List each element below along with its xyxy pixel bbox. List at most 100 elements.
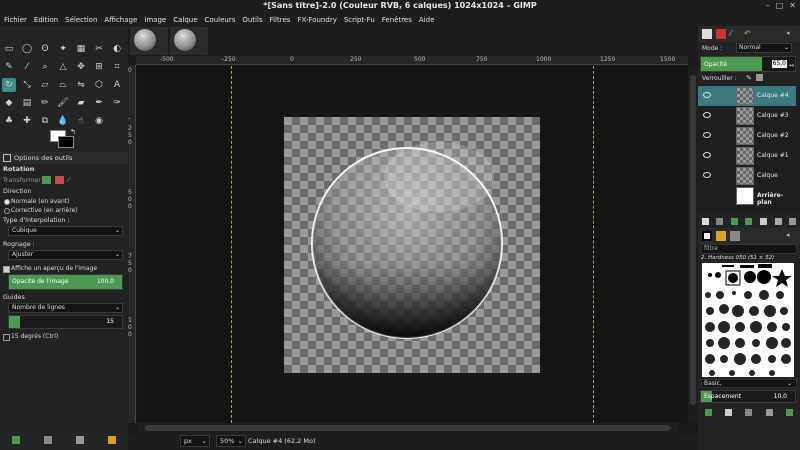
reset-options-icon[interactable]	[108, 436, 116, 444]
crop-tool-icon[interactable]: ⌗	[110, 60, 124, 74]
dodge-burn-tool-icon[interactable]: ◉	[92, 114, 106, 128]
delete-options-icon[interactable]	[76, 436, 84, 444]
align-tool-icon[interactable]: ⊞	[92, 60, 106, 74]
blend-tool-icon[interactable]: ▤	[20, 96, 34, 110]
layers-tab-icon[interactable]	[702, 29, 712, 39]
menu-filtres[interactable]: Filtres	[270, 14, 291, 26]
raise-layer-icon[interactable]	[730, 217, 738, 225]
image-canvas[interactable]	[137, 66, 688, 423]
new-layer-icon[interactable]	[701, 217, 709, 225]
eraser-tool-icon[interactable]: ▰	[74, 96, 88, 110]
scale-tool-icon[interactable]: ⤡	[20, 78, 34, 92]
text-tool-icon[interactable]: A	[110, 78, 124, 92]
brush-set-select[interactable]: Basic, ⌄	[701, 379, 797, 388]
delete-brush-icon[interactable]	[765, 408, 773, 416]
menu-calque[interactable]: Calque	[173, 14, 197, 26]
move-tool-icon[interactable]: ✥	[74, 60, 88, 74]
restore-options-icon[interactable]	[44, 436, 52, 444]
clone-tool-icon[interactable]: ♣	[2, 114, 16, 128]
interpolation-select[interactable]: Cubique ⌄	[8, 226, 123, 236]
image-tab-1[interactable]	[130, 27, 168, 55]
close-icon[interactable]: ✕	[789, 1, 796, 10]
guides-select[interactable]: Nombre de lignes ⌄	[8, 303, 123, 313]
flip-tool-icon[interactable]: ⇋	[74, 78, 88, 92]
gradients-tab-icon[interactable]	[730, 231, 740, 241]
zoom-select[interactable]: 50% ⌄	[216, 435, 246, 447]
scissors-tool-icon[interactable]: ✂	[92, 42, 106, 56]
vertical-guide[interactable]	[593, 66, 594, 423]
clipping-select[interactable]: Ajuster ⌄	[8, 250, 123, 260]
direction-normal-radio[interactable]: Normale (en avant)	[0, 197, 128, 206]
perspective-clone-tool-icon[interactable]: ⧉	[38, 114, 52, 128]
pencil-tool-icon[interactable]: ✏	[38, 96, 52, 110]
zoom-tool-icon[interactable]: ⌕	[38, 60, 52, 74]
eye-icon[interactable]	[703, 92, 711, 98]
brush-tag-filter[interactable]: filtre	[701, 244, 797, 254]
new-layer-group-icon[interactable]	[716, 217, 724, 225]
undo-tab-icon[interactable]: ↶	[744, 29, 754, 39]
layer-row[interactable]: Calque #4	[698, 86, 796, 106]
bucket-fill-tool-icon[interactable]: ◆	[2, 96, 16, 110]
menu-couleurs[interactable]: Couleurs	[205, 14, 236, 26]
eye-icon[interactable]	[703, 132, 711, 138]
lock-alpha-icon[interactable]	[756, 74, 763, 81]
perspective-tool-icon[interactable]: ⏢	[56, 78, 70, 92]
dock-menu-icon[interactable]: ◂	[786, 231, 796, 241]
swap-colors-icon[interactable]: ↰	[70, 128, 76, 136]
measure-tool-icon[interactable]: △	[56, 60, 70, 74]
anchor-layer-icon[interactable]	[774, 217, 782, 225]
patterns-tab-icon[interactable]	[716, 231, 726, 241]
preview-opacity-slider[interactable]: Opacité de l'image 100,0	[8, 274, 123, 290]
horizontal-scrollbar[interactable]	[137, 423, 678, 433]
brush-grid[interactable]	[702, 263, 794, 377]
menu-affichage[interactable]: Affichage	[104, 14, 137, 26]
transform-path-icon[interactable]: ⁄	[68, 176, 77, 184]
save-options-icon[interactable]	[12, 436, 20, 444]
background-color-swatch[interactable]	[58, 136, 74, 148]
direction-corrective-radio[interactable]: Corrective (en arrière)	[0, 206, 128, 215]
cage-tool-icon[interactable]: ⬡	[92, 78, 106, 92]
color-select-tool-icon[interactable]: ▦	[74, 42, 88, 56]
scroll-thumb[interactable]	[690, 75, 696, 405]
refresh-brushes-icon[interactable]	[786, 408, 794, 416]
duplicate-layer-icon[interactable]	[760, 217, 768, 225]
rotate-tool-icon[interactable]: ↻	[2, 78, 16, 92]
new-brush-icon[interactable]	[725, 408, 733, 416]
preview-checkbox[interactable]: Affiche un aperçu de l'image	[0, 263, 128, 274]
menu-fichier[interactable]: Fichier	[4, 14, 27, 26]
duplicate-brush-icon[interactable]	[745, 408, 753, 416]
airbrush-tool-icon[interactable]: ✒	[92, 96, 106, 110]
mode-select[interactable]: Normal ⌄	[736, 43, 792, 53]
vertical-ruler[interactable]: 0 - 2 5 0 5 0 0 7 5 0 1 0 0	[128, 65, 136, 423]
ellipse-select-tool-icon[interactable]: ◯	[20, 42, 34, 56]
lower-layer-icon[interactable]	[745, 217, 753, 225]
eye-icon[interactable]	[703, 172, 711, 178]
tool-options-tab[interactable]: Options des outils	[0, 152, 128, 164]
channels-tab-icon[interactable]	[716, 29, 726, 39]
vertical-scrollbar[interactable]	[688, 65, 698, 423]
brush-spacing-slider[interactable]: Espacement 10,0	[700, 390, 796, 403]
unit-select[interactable]: px ⌄	[180, 435, 210, 447]
paintbrush-tool-icon[interactable]: 🖌	[56, 96, 70, 110]
heal-tool-icon[interactable]: ✚	[20, 114, 34, 128]
paths-tab-icon[interactable]: ⁄	[730, 29, 740, 39]
image-tab-2[interactable]	[170, 27, 208, 55]
foreground-select-tool-icon[interactable]: ◐	[110, 42, 124, 56]
shear-tool-icon[interactable]: ▱	[38, 78, 52, 92]
layer-opacity-slider[interactable]: Opacité 65,0 ↔	[700, 56, 796, 72]
ink-tool-icon[interactable]: ✑	[110, 96, 124, 110]
eye-icon[interactable]	[703, 152, 711, 158]
layer-row[interactable]: Calque #1	[698, 146, 796, 166]
menu-selection[interactable]: Sélection	[65, 14, 97, 26]
maximize-icon[interactable]: □	[776, 1, 784, 10]
smudge-tool-icon[interactable]: ☝	[74, 114, 88, 128]
menu-fenetres[interactable]: Fenêtres	[382, 14, 412, 26]
layer-row[interactable]: Calque #3	[698, 106, 796, 126]
minimize-icon[interactable]: –	[766, 1, 770, 10]
guides-count-slider[interactable]: 15	[8, 315, 123, 329]
constrain-checkbox[interactable]: 15 degrés (Ctrl)	[0, 331, 128, 342]
layer-row[interactable]: Arrière-plan	[698, 186, 796, 206]
scroll-thumb[interactable]	[145, 425, 670, 431]
color-picker-tool-icon[interactable]: ⁄	[20, 60, 34, 74]
transform-selection-icon[interactable]	[55, 176, 64, 184]
